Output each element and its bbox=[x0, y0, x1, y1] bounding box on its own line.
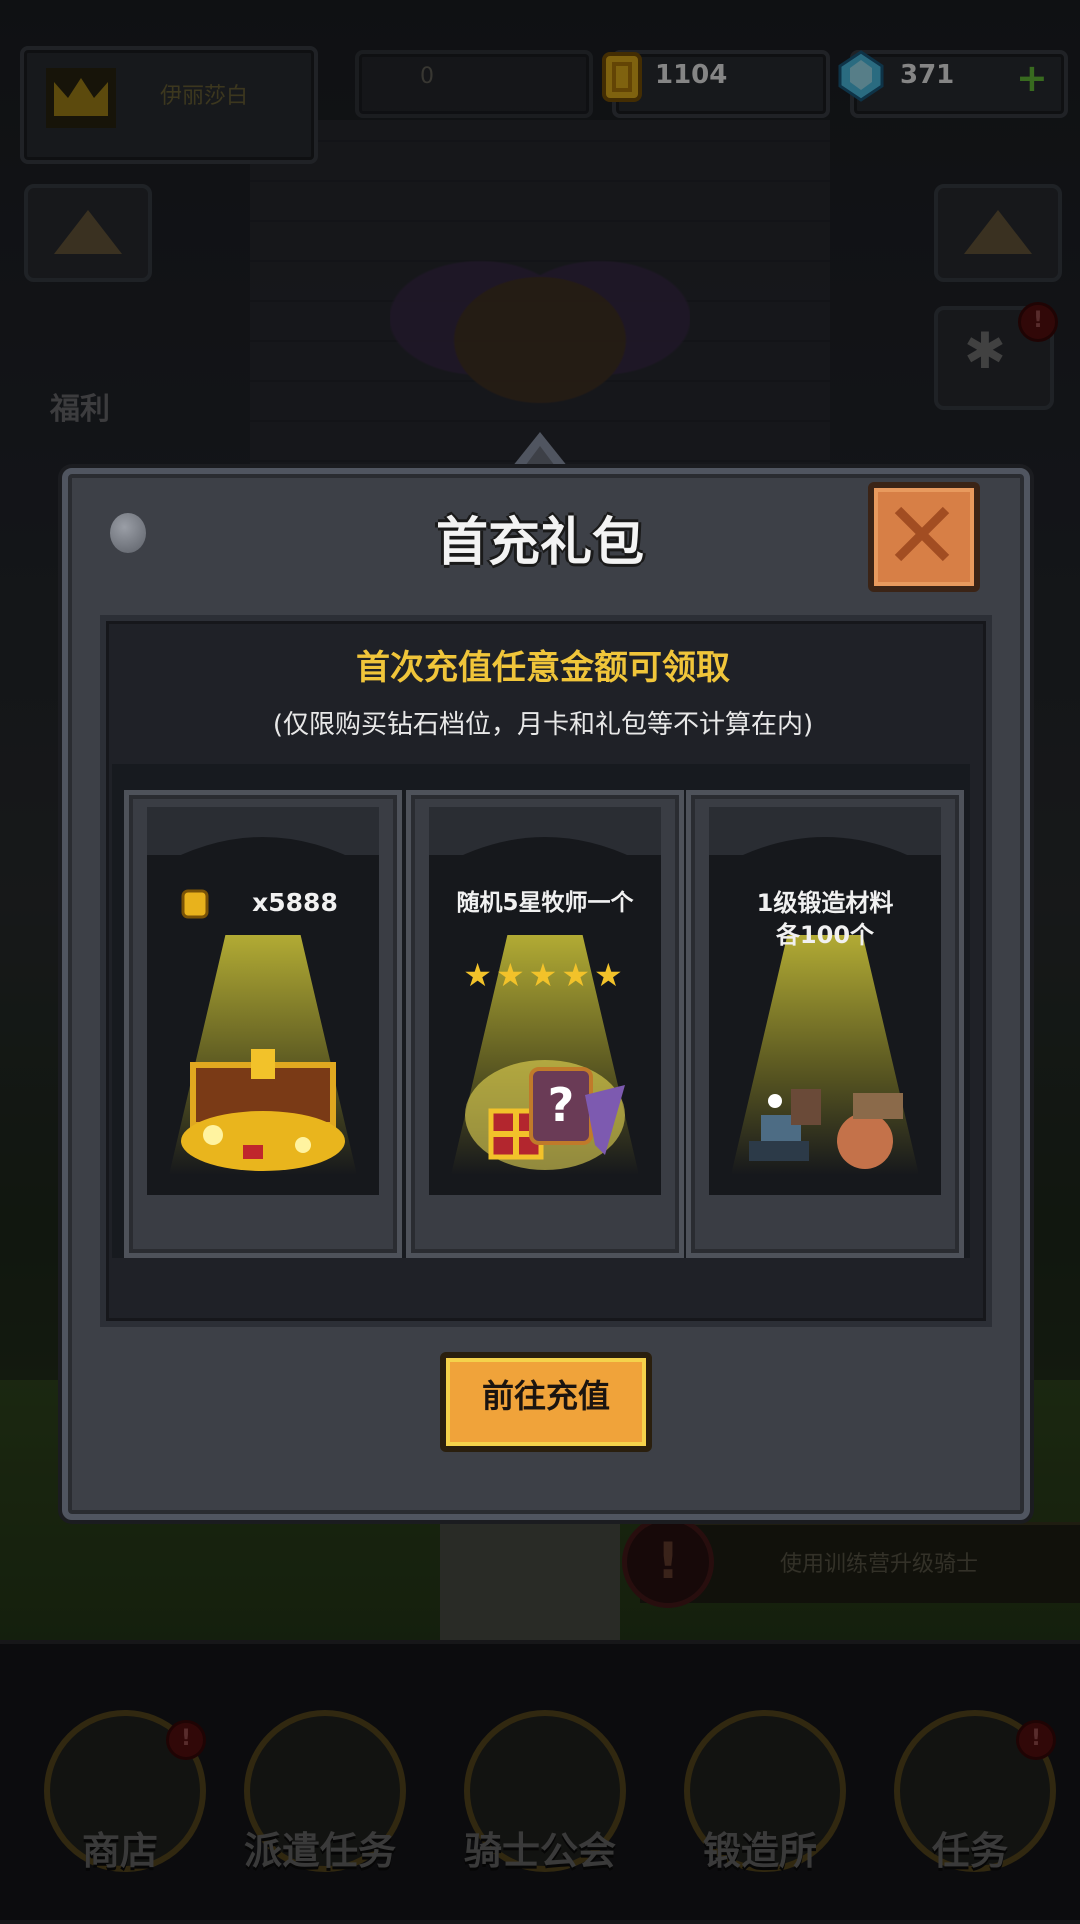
modal-title: 首充礼包 bbox=[435, 513, 644, 573]
reward-card-gold: x5888 bbox=[124, 790, 402, 1258]
reward-title-line1: 1级锻造材料 bbox=[756, 889, 894, 917]
treasure-chest-icon bbox=[181, 1049, 345, 1171]
go-recharge-button[interactable]: 前往充值 bbox=[440, 1352, 652, 1452]
forge-materials-icon bbox=[749, 1089, 903, 1169]
reward-note: (仅限购买钻石档位，月卡和礼包等不计算在内) bbox=[272, 710, 814, 740]
go-recharge-label: 前往充值 bbox=[481, 1377, 610, 1415]
reward-card-priest: 随机5星牧师一个 ★★★★★ ? bbox=[406, 790, 684, 1258]
reward-title-line2: 各100个 bbox=[775, 921, 875, 949]
close-icon bbox=[894, 506, 950, 562]
close-button[interactable] bbox=[868, 482, 980, 592]
reward-headline: 首次充值任意金额可领取 bbox=[356, 648, 730, 688]
svg-text:?: ? bbox=[548, 1078, 575, 1132]
rivet-icon bbox=[110, 513, 146, 553]
mystery-priest-icon: ? bbox=[465, 1060, 625, 1170]
reward-title: 随机5星牧师一个 bbox=[456, 890, 634, 916]
reward-title: x5888 bbox=[252, 888, 338, 917]
star-rating: ★★★★★ bbox=[463, 956, 627, 994]
reward-card-materials: 1级锻造材料 各100个 bbox=[686, 790, 964, 1258]
